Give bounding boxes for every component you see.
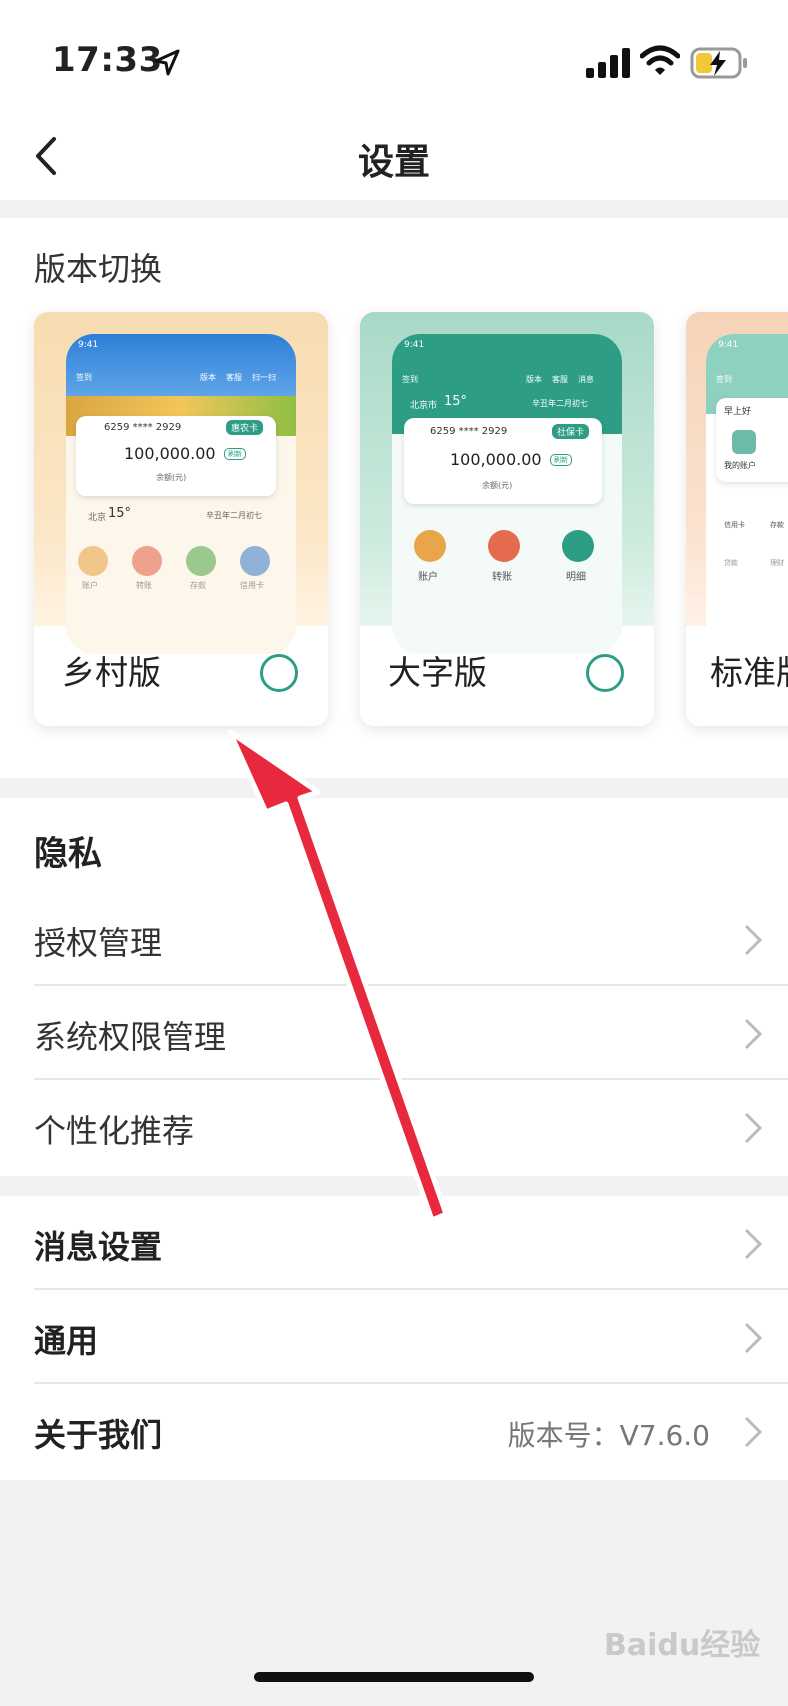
standard-preview-menu: 贷款 [724, 559, 738, 567]
version-number-value: 版本号：V7.6.0 [507, 1419, 710, 1452]
chevron-right-icon [744, 1228, 763, 1260]
large-preview-top-icon: 消息 [578, 375, 594, 384]
baidu-watermark: Baidu经验 [604, 1628, 761, 1663]
version-card-large-font[interactable]: 9:41 签到 版本 客服 消息 北京市 15° 辛丑年二月初七 6259 **… [360, 312, 654, 726]
rural-preview-lunar: 辛丑年二月初七 [206, 511, 262, 520]
version-switch-section: 版本切换 9:41 签到 版本 客服 扫一扫 6259 **** 2929 惠农… [0, 218, 788, 778]
large-preview-card-no: 6259 **** 2929 [430, 426, 508, 437]
row-label: 消息设置 [34, 1228, 163, 1266]
wifi-icon [640, 45, 680, 75]
large-preview-top-icon: 版本 [526, 375, 542, 384]
rural-preview-top-icon: 客服 [226, 373, 242, 382]
large-font-preview-image: 9:41 签到 版本 客服 消息 北京市 15° 辛丑年二月初七 6259 **… [360, 312, 654, 654]
rural-preview-menu: 转账 [136, 581, 152, 590]
standard-preview-top-icon: 签到 [716, 375, 732, 384]
status-time: 17:33 [52, 40, 163, 80]
rural-preview-balance-label: 余额(元) [156, 473, 187, 482]
large-preview-refresh: 刷新 [550, 454, 572, 466]
rural-preview-card-tag: 惠农卡 [226, 420, 264, 435]
large-preview-menu: 明细 [566, 572, 586, 583]
standard-phone-mock: 9:41 签到 早上好 我的账户 信用卡 存款 贷款 理财 [706, 334, 788, 654]
location-arrow-icon [154, 49, 180, 76]
large-preview-city: 北京市 [410, 401, 438, 411]
battery-charging-icon [690, 47, 747, 79]
chevron-right-icon [744, 924, 763, 956]
rural-preview-temp: 15° [108, 506, 132, 521]
large-preview-temp: 15° [444, 394, 468, 409]
home-indicator[interactable] [254, 1672, 534, 1682]
settings-row-general[interactable]: 通用 [34, 1290, 788, 1384]
version-card-rural[interactable]: 9:41 签到 版本 客服 扫一扫 6259 **** 2929 惠农卡 100… [34, 312, 328, 726]
rural-preview-time: 9:41 [78, 340, 99, 350]
large-preview-menu: 账户 [418, 572, 438, 583]
rural-preview-top-icon: 版本 [200, 373, 216, 382]
standard-preview-my-account: 我的账户 [724, 461, 756, 470]
rural-preview-balance: 100,000.00 [124, 444, 216, 463]
version-card-label: 乡村版 [62, 653, 161, 692]
chevron-right-icon [744, 1112, 763, 1144]
large-preview-balance: 100,000.00 [450, 450, 542, 469]
annotation-arrow-icon [227, 729, 449, 1223]
version-switch-title: 版本切换 [34, 250, 163, 288]
row-label: 关于我们 [34, 1416, 163, 1454]
version-card-label: 标准版 [710, 653, 788, 692]
page-title: 设置 [357, 142, 430, 183]
standard-preview-image: 9:41 签到 早上好 我的账户 信用卡 存款 贷款 理财 [686, 312, 788, 654]
large-preview-menu: 转账 [492, 572, 512, 583]
version-radio-button[interactable] [586, 654, 624, 692]
standard-preview-menu: 信用卡 [724, 521, 745, 529]
chevron-right-icon [744, 1416, 763, 1448]
nav-bar: 设置 [0, 115, 788, 200]
row-label: 系统权限管理 [34, 1018, 227, 1056]
rural-preview-top-icon: 签到 [76, 373, 92, 382]
chevron-right-icon [744, 1322, 763, 1354]
large-preview-balance-label: 余额(元) [482, 481, 513, 490]
status-bar: 17:33 [0, 0, 788, 115]
rural-preview-menu: 账户 [82, 581, 98, 590]
large-preview-card-tag: 社保卡 [552, 424, 590, 439]
large-font-phone-mock: 9:41 签到 版本 客服 消息 北京市 15° 辛丑年二月初七 6259 **… [392, 334, 622, 654]
version-radio-button[interactable] [260, 654, 298, 692]
settings-row-about-us[interactable]: 关于我们 版本号：V7.6.0 [34, 1384, 788, 1478]
rural-preview-menu: 存款 [190, 581, 206, 590]
rural-preview-menu: 信用卡 [240, 581, 264, 590]
version-card-label: 大字版 [388, 653, 487, 692]
cellular-signal-icon [586, 48, 630, 78]
row-label: 通用 [34, 1322, 99, 1360]
row-label: 授权管理 [34, 924, 163, 962]
large-preview-top-icon: 客服 [552, 375, 568, 384]
large-preview-lunar: 辛丑年二月初七 [532, 399, 588, 408]
privacy-section-title: 隐私 [34, 834, 102, 874]
standard-preview-menu: 存款 [770, 521, 784, 529]
rural-phone-mock: 9:41 签到 版本 客服 扫一扫 6259 **** 2929 惠农卡 100… [66, 334, 296, 654]
standard-preview-menu: 理财 [770, 559, 784, 567]
rural-preview-image: 9:41 签到 版本 客服 扫一扫 6259 **** 2929 惠农卡 100… [34, 312, 328, 654]
chevron-right-icon [744, 1018, 763, 1050]
rural-preview-card-no: 6259 **** 2929 [104, 422, 182, 433]
standard-preview-greeting: 早上好 [724, 407, 752, 417]
version-card-standard[interactable]: 9:41 签到 早上好 我的账户 信用卡 存款 贷款 理财 标准版 [686, 312, 788, 726]
rural-preview-refresh: 刷新 [224, 448, 246, 460]
row-label: 个性化推荐 [34, 1112, 195, 1150]
large-preview-time: 9:41 [404, 340, 425, 350]
rural-preview-top-icon: 扫一扫 [252, 373, 276, 382]
standard-preview-time: 9:41 [718, 340, 739, 350]
large-preview-top-icon: 签到 [402, 375, 418, 384]
rural-preview-city: 北京 [88, 513, 107, 523]
